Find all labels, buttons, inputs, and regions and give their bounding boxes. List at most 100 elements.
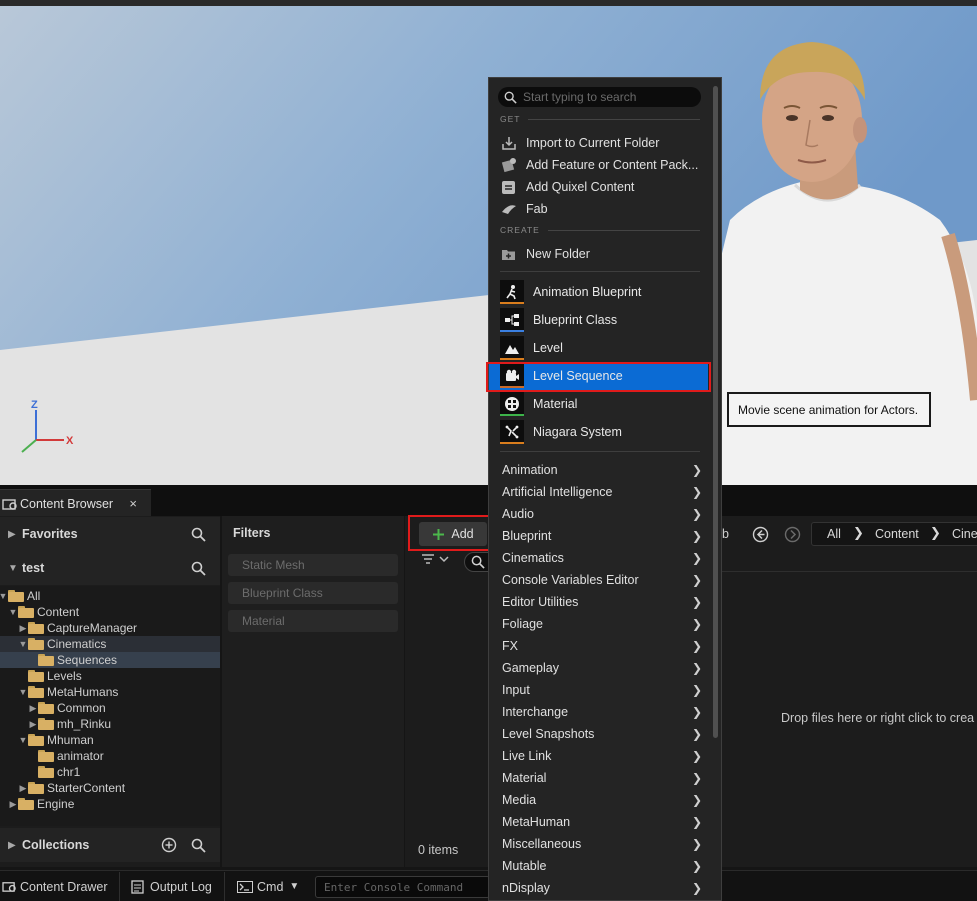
tree-item[interactable]: ▼ Content xyxy=(0,604,220,620)
chevron-right-icon[interactable]: ▶ xyxy=(8,799,18,810)
chevron-down-icon[interactable]: ▼ xyxy=(8,607,18,617)
menu-category-item[interactable]: Media ❯ xyxy=(502,790,702,810)
chevron-down-icon[interactable]: ▼ xyxy=(18,639,28,649)
menu-section-create: CREATE xyxy=(500,225,700,235)
breadcrumb-cinematics[interactable]: Cine xyxy=(952,527,977,541)
menu-add-feature-pack[interactable]: Add Feature or Content Pack... xyxy=(500,154,700,176)
tree-item[interactable]: Sequences xyxy=(0,652,220,668)
menu-category-item[interactable]: Editor Utilities ❯ xyxy=(502,592,702,612)
menu-category-item[interactable]: Gameplay ❯ xyxy=(502,658,702,678)
chevron-down-icon[interactable]: ▼ xyxy=(0,591,8,601)
menu-category-item[interactable]: Input ❯ xyxy=(502,680,702,700)
menu-category-item[interactable]: Console Variables Editor ❯ xyxy=(502,570,702,590)
output-log-button[interactable]: Output Log xyxy=(131,872,212,901)
menu-item-label: New Folder xyxy=(526,247,590,261)
console-command-input[interactable]: Enter Console Command xyxy=(315,876,490,898)
chevron-down-icon[interactable]: ▼ xyxy=(18,735,28,745)
menu-category-item[interactable]: Level Snapshots ❯ xyxy=(502,724,702,744)
menu-item-label: Artificial Intelligence xyxy=(502,485,613,499)
menu-category-item[interactable]: MetaHuman ❯ xyxy=(502,812,702,832)
tree-item-label: Mhuman xyxy=(47,733,94,747)
menu-category-item[interactable]: Artificial Intelligence ❯ xyxy=(502,482,702,502)
menu-level[interactable]: Level xyxy=(500,335,710,361)
tree-item[interactable]: ▶ CaptureManager xyxy=(0,620,220,636)
search-icon[interactable] xyxy=(191,838,206,853)
project-header[interactable]: ▼ test xyxy=(0,551,220,585)
collections-header[interactable]: ▶ Collections xyxy=(0,828,220,862)
menu-category-item[interactable]: Blueprint ❯ xyxy=(502,526,702,546)
menu-category-item[interactable]: Mutable ❯ xyxy=(502,856,702,876)
content-drawer-button[interactable]: Content Drawer xyxy=(2,872,108,901)
back-arrow-icon[interactable] xyxy=(752,526,769,543)
chevron-right-icon[interactable]: ▶ xyxy=(18,623,28,634)
menu-category-item[interactable]: Interchange ❯ xyxy=(502,702,702,722)
menu-blueprint-class[interactable]: Blueprint Class xyxy=(500,307,710,333)
menu-category-item[interactable]: nDisplay ❯ xyxy=(502,878,702,898)
project-label: test xyxy=(22,561,45,575)
menu-material[interactable]: Material xyxy=(500,391,710,417)
menu-category-item[interactable]: Audio ❯ xyxy=(502,504,702,524)
search-icon[interactable] xyxy=(191,561,206,576)
blueprint-class-icon xyxy=(500,308,524,332)
tree-item[interactable]: ▼ All xyxy=(0,588,220,604)
menu-import-to-current-folder[interactable]: Import to Current Folder xyxy=(500,132,700,154)
filter-static-mesh[interactable]: Static Mesh xyxy=(228,554,398,576)
chevron-right-icon[interactable]: ▶ xyxy=(28,703,38,714)
menu-category-item[interactable]: Miscellaneous ❯ xyxy=(502,834,702,854)
menu-add-quixel-content[interactable]: Add Quixel Content xyxy=(500,176,700,198)
filter-blueprint-class[interactable]: Blueprint Class xyxy=(228,582,398,604)
menu-fab[interactable]: Fab xyxy=(500,198,700,220)
cmd-dropdown[interactable]: Cmd ▼ xyxy=(237,872,299,901)
menu-category-item[interactable]: Live Link ❯ xyxy=(502,746,702,766)
tree-item[interactable]: chr1 xyxy=(0,764,220,780)
menu-new-folder[interactable]: New Folder xyxy=(500,243,700,265)
menu-search-input[interactable]: Start typing to search xyxy=(498,87,701,107)
menu-category-item[interactable]: Foliage ❯ xyxy=(502,614,702,634)
menu-category-item[interactable]: Animation ❯ xyxy=(502,460,702,480)
forward-arrow-icon[interactable] xyxy=(784,526,801,543)
chevron-down-icon[interactable]: ▼ xyxy=(18,687,28,697)
tree-item[interactable]: ▼ Cinematics xyxy=(0,636,220,652)
favorites-header[interactable]: ▶ Favorites xyxy=(0,517,220,551)
menu-item-label: Editor Utilities xyxy=(502,595,579,609)
chevron-right-icon[interactable]: ▶ xyxy=(18,783,28,794)
tree-item[interactable]: ▶ Engine xyxy=(0,796,220,812)
tree-item[interactable]: ▶ StarterContent xyxy=(0,780,220,796)
close-icon[interactable]: × xyxy=(129,496,137,511)
add-button-callout xyxy=(408,515,493,551)
tree-item[interactable]: Levels xyxy=(0,668,220,684)
menu-animation-blueprint[interactable]: Animation Blueprint xyxy=(500,279,710,305)
add-circle-icon[interactable] xyxy=(161,837,177,853)
tree-item[interactable]: ▶ mh_Rinku xyxy=(0,716,220,732)
chevron-right-icon: ❯ xyxy=(691,507,702,521)
section-label: GET xyxy=(500,114,521,124)
chevron-down-icon: ▼ xyxy=(8,562,18,574)
chevron-right-icon[interactable]: ▶ xyxy=(28,719,38,730)
folder-icon xyxy=(38,766,54,778)
menu-category-item[interactable]: Material ❯ xyxy=(502,768,702,788)
folder-icon xyxy=(18,606,34,618)
tree-item[interactable]: ▶ Common xyxy=(0,700,220,716)
chevron-right-icon: ❯ xyxy=(691,551,702,565)
menu-category-item[interactable]: FX ❯ xyxy=(502,636,702,656)
tab-content-browser[interactable]: Content Browser × xyxy=(0,489,151,517)
menu-niagara-system[interactable]: Niagara System xyxy=(500,419,710,445)
tree-item[interactable]: animator xyxy=(0,748,220,764)
filter-material[interactable]: Material xyxy=(228,610,398,632)
breadcrumb-all[interactable]: All xyxy=(827,527,841,541)
search-icon[interactable] xyxy=(191,527,206,542)
new-folder-icon xyxy=(500,246,517,263)
tree-item-label: animator xyxy=(57,749,104,763)
content-browser-icon xyxy=(2,498,17,510)
chevron-right-icon: ❯ xyxy=(691,595,702,609)
menu-category-item[interactable]: Cinematics ❯ xyxy=(502,548,702,568)
filter-dropdown-button[interactable] xyxy=(420,552,456,570)
tree-item[interactable]: ▼ MetaHumans xyxy=(0,684,220,700)
breadcrumb-content[interactable]: Content xyxy=(875,527,919,541)
chevron-right-icon: ❯ xyxy=(691,837,702,851)
menu-scrollbar[interactable] xyxy=(713,86,718,738)
material-icon xyxy=(500,392,524,416)
feature-pack-icon xyxy=(500,157,517,174)
tree-item[interactable]: ▼ Mhuman xyxy=(0,732,220,748)
chevron-right-icon: ❯ xyxy=(691,463,702,477)
